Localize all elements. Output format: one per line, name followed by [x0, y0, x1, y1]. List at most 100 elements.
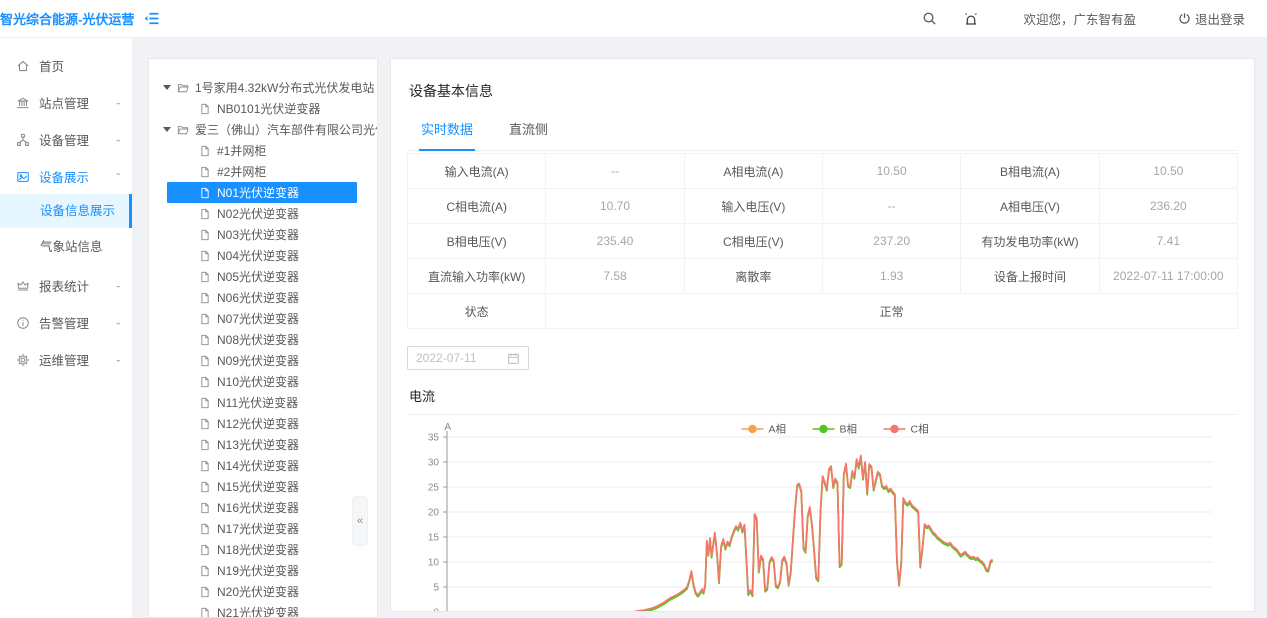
caret-down-icon[interactable] — [163, 127, 171, 132]
info-value: 10.50 — [822, 154, 960, 189]
tree-node[interactable]: N07光伏逆变器 — [149, 308, 377, 329]
info-value: 2022-07-11 17:00:00 — [1099, 259, 1237, 294]
sidebar-item-label: 报表统计 — [39, 276, 114, 295]
file-icon — [199, 586, 211, 598]
sidebar-item-5[interactable]: 报表统计⌄ — [0, 270, 132, 301]
welcome-text: 欢迎您，广东智有盈 — [1023, 9, 1136, 28]
tab-实时数据[interactable]: 实时数据 — [419, 115, 475, 151]
table-row: B相电压(V)235.40C相电压(V)237.20有功发电功率(kW)7.41 — [408, 224, 1238, 259]
alarm-icon[interactable] — [963, 11, 979, 27]
info-label: 设备上报时间 — [961, 259, 1099, 294]
tree-node[interactable]: N02光伏逆变器 — [149, 203, 377, 224]
file-icon — [199, 103, 211, 115]
tree-node[interactable]: N01光伏逆变器 — [167, 182, 357, 203]
folder-icon — [177, 82, 189, 94]
device-tree-panel: 1号家用4.32kW分布式光伏发电站 NB0101光伏逆变器爱三（佛山）汽车部件有… — [148, 58, 378, 618]
date-value: 2022-07-11 — [416, 351, 507, 365]
file-icon — [199, 166, 211, 178]
tree-collapse-handle[interactable]: « — [352, 496, 368, 546]
file-icon — [199, 229, 211, 241]
legend-item-A相[interactable]: A相 — [769, 423, 787, 436]
tree-node[interactable]: N10光伏逆变器 — [149, 371, 377, 392]
info-label: A相电流(A) — [684, 154, 822, 189]
tree-node[interactable]: N14光伏逆变器 — [149, 455, 377, 476]
tree-node[interactable]: 爱三（佛山）汽车部件有限公司光伏发 — [149, 119, 377, 140]
tree-node[interactable]: N12光伏逆变器 — [149, 413, 377, 434]
file-icon — [199, 544, 211, 556]
tree-node-label: 爱三（佛山）汽车部件有限公司光伏发 — [195, 121, 377, 138]
status-value: 正常 — [546, 294, 1238, 329]
table-row: C相电流(A)10.70输入电压(V)--A相电压(V)236.20 — [408, 189, 1238, 224]
tree-node[interactable]: N17光伏逆变器 — [149, 518, 377, 539]
tree-node[interactable]: N03光伏逆变器 — [149, 224, 377, 245]
series-line-A相 — [447, 456, 993, 612]
tree-node-label: 1号家用4.32kW分布式光伏发电站 — [195, 79, 374, 96]
sidebar-item-3[interactable]: 设备管理⌄ — [0, 124, 132, 155]
sidebar-item-1[interactable]: 首页 — [0, 50, 132, 81]
tree-node[interactable]: NB0101光伏逆变器 — [149, 98, 377, 119]
tree-node[interactable]: N20光伏逆变器 — [149, 581, 377, 602]
tree-node-label: N02光伏逆变器 — [217, 205, 299, 222]
info-value: 1.93 — [822, 259, 960, 294]
info-value: 10.70 — [546, 189, 684, 224]
tree-node[interactable]: N19光伏逆变器 — [149, 560, 377, 581]
monitor-icon — [16, 170, 30, 184]
tree-node-label: N16光伏逆变器 — [217, 499, 299, 516]
file-icon — [199, 355, 211, 367]
sidebar-item-7[interactable]: 运维管理⌄ — [0, 344, 132, 375]
svg-text:15: 15 — [428, 533, 440, 544]
info-value: 10.50 — [1099, 154, 1237, 189]
current-chart: 05101520253035A00:0001:0002:0003:0004:00… — [407, 421, 1238, 612]
legend-item-C相[interactable]: C相 — [911, 423, 929, 436]
tree-node[interactable]: N05光伏逆变器 — [149, 266, 377, 287]
sidebar-item-2[interactable]: 站点管理⌄ — [0, 87, 132, 118]
tree-node[interactable]: N18光伏逆变器 — [149, 539, 377, 560]
tree-node[interactable]: #2并网柜 — [149, 161, 377, 182]
tree-node-label: N08光伏逆变器 — [217, 331, 299, 348]
tree-node-label: N07光伏逆变器 — [217, 310, 299, 327]
info-value: 7.58 — [546, 259, 684, 294]
file-icon — [199, 271, 211, 283]
tree-node-label: N13光伏逆变器 — [217, 436, 299, 453]
tree-node[interactable]: N16光伏逆变器 — [149, 497, 377, 518]
date-picker[interactable]: 2022-07-11 — [407, 346, 529, 370]
tab-直流侧[interactable]: 直流侧 — [507, 115, 550, 150]
tree-node[interactable]: N08光伏逆变器 — [149, 329, 377, 350]
caret-down-icon[interactable] — [163, 85, 171, 90]
crown-icon — [16, 279, 30, 293]
file-icon — [199, 397, 211, 409]
app-logo: 智光综合能源-光伏运营 — [0, 9, 133, 28]
tree-node-label: N15光伏逆变器 — [217, 478, 299, 495]
panel-title: 设备基本信息 — [407, 59, 1238, 115]
tree-node[interactable]: N06光伏逆变器 — [149, 287, 377, 308]
status-row: 状态正常 — [408, 294, 1238, 329]
tree-node[interactable]: N11光伏逆变器 — [149, 392, 377, 413]
sidebar-item-6[interactable]: 告警管理⌄ — [0, 307, 132, 338]
tree-node[interactable]: N04光伏逆变器 — [149, 245, 377, 266]
tree-node[interactable]: #1并网柜 — [149, 140, 377, 161]
svg-text:30: 30 — [428, 458, 440, 469]
tree-node[interactable]: N09光伏逆变器 — [149, 350, 377, 371]
tree-node[interactable]: N21光伏逆变器 — [149, 602, 377, 618]
tree-node[interactable]: N15光伏逆变器 — [149, 476, 377, 497]
search-icon[interactable] — [922, 11, 937, 26]
file-icon — [199, 418, 211, 430]
info-label: 离散率 — [684, 259, 822, 294]
sidebar-subitem-设备信息展示[interactable]: 设备信息展示 — [0, 194, 132, 228]
legend-item-B相[interactable]: B相 — [840, 423, 858, 436]
tree-node[interactable]: 1号家用4.32kW分布式光伏发电站 — [149, 77, 377, 98]
logout-button[interactable]: 退出登录 — [1178, 9, 1245, 28]
tree-node-label: N21光伏逆变器 — [217, 604, 299, 618]
tree-node[interactable]: N13光伏逆变器 — [149, 434, 377, 455]
sidebar-item-label: 告警管理 — [39, 313, 114, 332]
file-icon — [199, 565, 211, 577]
info-value: -- — [822, 189, 960, 224]
chevron-down-icon: ⌄ — [114, 98, 122, 107]
sidebar-item-4[interactable]: 设备展示⌃ — [0, 161, 132, 192]
sidebar-subitem-气象站信息[interactable]: 气象站信息 — [0, 230, 132, 264]
info-label: 输入电压(V) — [684, 189, 822, 224]
collapse-sidebar-icon[interactable] — [143, 10, 160, 27]
chevron-down-icon: ⌄ — [114, 135, 122, 144]
svg-text:20: 20 — [428, 508, 440, 519]
series-line-C相 — [447, 456, 993, 613]
